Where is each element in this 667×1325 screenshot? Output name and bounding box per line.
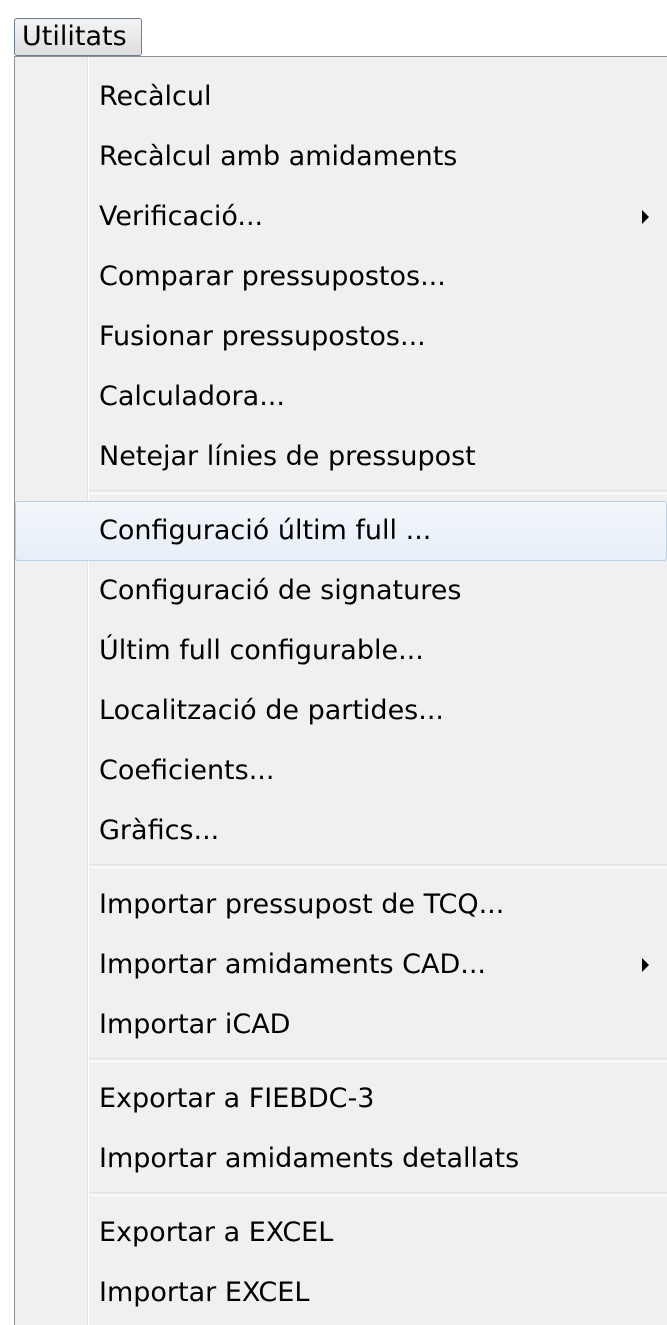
menu-item-exportar-fiebdc3[interactable]: Exportar a FIEBDC-3 bbox=[15, 1069, 667, 1129]
menu-separator bbox=[89, 1058, 667, 1062]
menu-item-label: Recàlcul bbox=[99, 81, 212, 112]
menu-item-label: Verificació... bbox=[99, 201, 264, 232]
menu-item-importar-excel[interactable]: Importar EXCEL bbox=[15, 1263, 667, 1323]
menu-item-ultim-full-configurable[interactable]: Últim full configurable... bbox=[15, 621, 667, 681]
menu-item-netejar-linies[interactable]: Netejar línies de pressupost bbox=[15, 427, 667, 487]
menu-item-label: Importar amidaments detallats bbox=[99, 1143, 520, 1174]
menu-item-label: Recàlcul amb amidaments bbox=[99, 141, 458, 172]
menu-item-label: Configuració últim full ... bbox=[99, 515, 432, 546]
menu-item-exportar-excel[interactable]: Exportar a EXCEL bbox=[15, 1203, 667, 1263]
menu-separator bbox=[89, 490, 667, 494]
menu-item-recalcul-amb-amidaments[interactable]: Recàlcul amb amidaments bbox=[15, 127, 667, 187]
menu-item-configuracio-signatures[interactable]: Configuració de signatures bbox=[15, 561, 667, 621]
menu-item-configuracio-ultim-full[interactable]: Configuració últim full ... bbox=[15, 501, 667, 561]
menu-item-fusionar-pressupostos[interactable]: Fusionar pressupostos... bbox=[15, 307, 667, 367]
menu-item-coeficients[interactable]: Coeficients... bbox=[15, 741, 667, 801]
menu-item-importar-pressupost-tcq[interactable]: Importar pressupost de TCQ... bbox=[15, 875, 667, 935]
menu-item-comparar-pressupostos[interactable]: Comparar pressupostos... bbox=[15, 247, 667, 307]
menu-item-label: Exportar a FIEBDC-3 bbox=[99, 1083, 375, 1114]
menu-utilitats[interactable]: Utilitats bbox=[14, 18, 142, 56]
menu-item-label: Localització de partides... bbox=[99, 695, 445, 726]
menu-item-recalcul[interactable]: Recàlcul bbox=[15, 67, 667, 127]
menu-separator bbox=[89, 864, 667, 868]
menu-item-calculadora[interactable]: Calculadora... bbox=[15, 367, 667, 427]
menu-item-label: Importar iCAD bbox=[99, 1009, 291, 1040]
menu-item-label: Netejar línies de pressupost bbox=[99, 441, 476, 472]
menu-item-importar-amidaments-detallats[interactable]: Importar amidaments detallats bbox=[15, 1129, 667, 1189]
menu-item-label: Importar EXCEL bbox=[99, 1277, 310, 1308]
menu-item-label: Configuració de signatures bbox=[99, 575, 462, 606]
menu-item-label: Últim full configurable... bbox=[99, 635, 424, 666]
menu-item-verificacio[interactable]: Verificació... bbox=[15, 187, 667, 247]
menu-item-label: Fusionar pressupostos... bbox=[99, 321, 426, 352]
menu-item-label: Calculadora... bbox=[99, 381, 285, 412]
menu-item-importar-icad[interactable]: Importar iCAD bbox=[15, 995, 667, 1055]
menu-separator bbox=[89, 1192, 667, 1196]
menu-item-label: Exportar a EXCEL bbox=[99, 1217, 334, 1248]
utilitats-dropdown-menu: Recàlcul Recàlcul amb amidaments Verific… bbox=[14, 56, 667, 1325]
menu-item-label: Importar pressupost de TCQ... bbox=[99, 889, 505, 920]
menu-item-importar-amidaments-cad[interactable]: Importar amidaments CAD... bbox=[15, 935, 667, 995]
submenu-arrow-icon bbox=[642, 210, 649, 224]
submenu-arrow-icon bbox=[642, 958, 649, 972]
menu-item-grafics[interactable]: Gràfics... bbox=[15, 801, 667, 861]
menu-item-label: Coeficients... bbox=[99, 755, 275, 786]
menu-item-label: Gràfics... bbox=[99, 815, 220, 846]
menu-item-localitzacio-partides[interactable]: Localització de partides... bbox=[15, 681, 667, 741]
menu-item-label: Comparar pressupostos... bbox=[99, 261, 446, 292]
menu-item-label: Importar amidaments CAD... bbox=[99, 949, 486, 980]
